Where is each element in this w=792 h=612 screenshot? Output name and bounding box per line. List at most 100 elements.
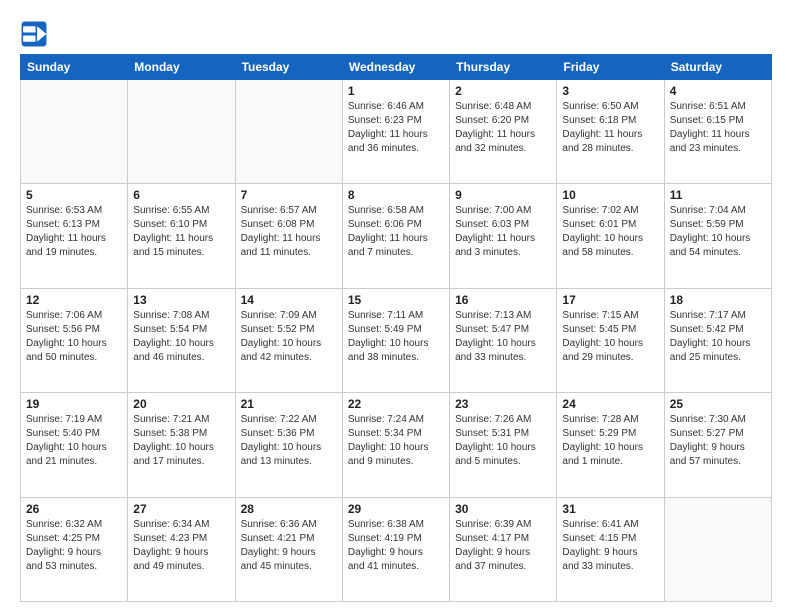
- day-number: 6: [133, 188, 229, 202]
- day-info: Sunrise: 7:08 AMSunset: 5:54 PMDaylight:…: [133, 309, 229, 365]
- weekday-header: Thursday: [450, 55, 557, 80]
- day-cell: 28 Sunrise: 6:36 AMSunset: 4:21 PMDayligh…: [235, 497, 342, 601]
- day-number: 24: [562, 397, 658, 411]
- day-cell: 10 Sunrise: 7:02 AMSunset: 6:01 PMDayligh…: [557, 184, 664, 288]
- day-cell: 30 Sunrise: 6:39 AMSunset: 4:17 PMDayligh…: [450, 497, 557, 601]
- weekday-header: Sunday: [21, 55, 128, 80]
- day-cell: 18 Sunrise: 7:17 AMSunset: 5:42 PMDayligh…: [664, 288, 771, 392]
- day-cell: [128, 80, 235, 184]
- calendar-header: SundayMondayTuesdayWednesdayThursdayFrid…: [21, 55, 772, 80]
- day-info: Sunrise: 6:39 AMSunset: 4:17 PMDaylight:…: [455, 518, 551, 574]
- day-cell: 4 Sunrise: 6:51 AMSunset: 6:15 PMDaylight…: [664, 80, 771, 184]
- day-cell: 13Sunrise: 7:08 AMSunset: 5:54 PMDayligh…: [128, 288, 235, 392]
- weekday-header: Monday: [128, 55, 235, 80]
- day-number: 28: [241, 502, 337, 516]
- day-cell: 12Sunrise: 7:06 AMSunset: 5:56 PMDayligh…: [21, 288, 128, 392]
- day-cell: 6Sunrise: 6:55 AMSunset: 6:10 PMDaylight…: [128, 184, 235, 288]
- day-info: Sunrise: 7:24 AMSunset: 5:34 PMDaylight:…: [348, 413, 444, 469]
- day-info: Sunrise: 7:19 AMSunset: 5:40 PMDaylight:…: [26, 413, 122, 469]
- day-info: Sunrise: 7:30 AMSunset: 5:27 PMDaylight:…: [670, 413, 766, 469]
- day-info: Sunrise: 6:41 AMSunset: 4:15 PMDaylight:…: [562, 518, 658, 574]
- day-cell: 29 Sunrise: 6:38 AMSunset: 4:19 PMDayligh…: [342, 497, 449, 601]
- day-cell: 24 Sunrise: 7:28 AMSunset: 5:29 PMDayligh…: [557, 393, 664, 497]
- day-info: Sunrise: 7:28 AMSunset: 5:29 PMDaylight:…: [562, 413, 658, 469]
- day-cell: 5Sunrise: 6:53 AMSunset: 6:13 PMDaylight…: [21, 184, 128, 288]
- day-number: 4: [670, 84, 766, 98]
- day-number: 11: [670, 188, 766, 202]
- day-info: Sunrise: 7:21 AMSunset: 5:38 PMDaylight:…: [133, 413, 229, 469]
- weekday-header: Wednesday: [342, 55, 449, 80]
- day-cell: 21 Sunrise: 7:22 AMSunset: 5:36 PMDayligh…: [235, 393, 342, 497]
- day-info: Sunrise: 6:57 AMSunset: 6:08 PMDaylight:…: [241, 204, 337, 260]
- day-number: 16: [455, 293, 551, 307]
- calendar-body: 1 Sunrise: 6:46 AMSunset: 6:23 PMDaylight…: [21, 80, 772, 602]
- day-cell: 7 Sunrise: 6:57 AMSunset: 6:08 PMDaylight…: [235, 184, 342, 288]
- day-cell: 22 Sunrise: 7:24 AMSunset: 5:34 PMDayligh…: [342, 393, 449, 497]
- day-info: Sunrise: 6:51 AMSunset: 6:15 PMDaylight:…: [670, 100, 766, 156]
- day-cell: 11 Sunrise: 7:04 AMSunset: 5:59 PMDayligh…: [664, 184, 771, 288]
- day-cell: 19 Sunrise: 7:19 AMSunset: 5:40 PMDayligh…: [21, 393, 128, 497]
- day-number: 23: [455, 397, 551, 411]
- day-cell: 25 Sunrise: 7:30 AMSunset: 5:27 PMDayligh…: [664, 393, 771, 497]
- page: SundayMondayTuesdayWednesdayThursdayFrid…: [0, 0, 792, 612]
- day-info: Sunrise: 7:22 AMSunset: 5:36 PMDaylight:…: [241, 413, 337, 469]
- day-info: Sunrise: 7:17 AMSunset: 5:42 PMDaylight:…: [670, 309, 766, 365]
- day-number: 1: [348, 84, 444, 98]
- day-info: Sunrise: 7:15 AMSunset: 5:45 PMDaylight:…: [562, 309, 658, 365]
- day-number: 20: [133, 397, 229, 411]
- weekday-header: Friday: [557, 55, 664, 80]
- day-cell: 1 Sunrise: 6:46 AMSunset: 6:23 PMDaylight…: [342, 80, 449, 184]
- day-cell: 2 Sunrise: 6:48 AMSunset: 6:20 PMDaylight…: [450, 80, 557, 184]
- day-cell: 23Sunrise: 7:26 AMSunset: 5:31 PMDayligh…: [450, 393, 557, 497]
- calendar-table: SundayMondayTuesdayWednesdayThursdayFrid…: [20, 54, 772, 602]
- day-info: Sunrise: 7:04 AMSunset: 5:59 PMDaylight:…: [670, 204, 766, 260]
- day-number: 10: [562, 188, 658, 202]
- day-number: 5: [26, 188, 122, 202]
- logo: [20, 20, 52, 48]
- day-number: 19: [26, 397, 122, 411]
- day-number: 26: [26, 502, 122, 516]
- logo-icon: [20, 20, 48, 48]
- day-number: 22: [348, 397, 444, 411]
- day-number: 29: [348, 502, 444, 516]
- day-number: 7: [241, 188, 337, 202]
- day-cell: 17Sunrise: 7:15 AMSunset: 5:45 PMDayligh…: [557, 288, 664, 392]
- day-cell: 14Sunrise: 7:09 AMSunset: 5:52 PMDayligh…: [235, 288, 342, 392]
- day-cell: 26 Sunrise: 6:32 AMSunset: 4:25 PMDayligh…: [21, 497, 128, 601]
- day-cell: 3Sunrise: 6:50 AMSunset: 6:18 PMDaylight…: [557, 80, 664, 184]
- day-info: Sunrise: 7:09 AMSunset: 5:52 PMDaylight:…: [241, 309, 337, 365]
- day-info: Sunrise: 6:48 AMSunset: 6:20 PMDaylight:…: [455, 100, 551, 156]
- day-number: 8: [348, 188, 444, 202]
- week-row: 5Sunrise: 6:53 AMSunset: 6:13 PMDaylight…: [21, 184, 772, 288]
- day-info: Sunrise: 6:32 AMSunset: 4:25 PMDaylight:…: [26, 518, 122, 574]
- top-area: [20, 18, 772, 48]
- day-number: 31: [562, 502, 658, 516]
- day-number: 25: [670, 397, 766, 411]
- week-row: 12Sunrise: 7:06 AMSunset: 5:56 PMDayligh…: [21, 288, 772, 392]
- day-number: 15: [348, 293, 444, 307]
- day-info: Sunrise: 7:00 AMSunset: 6:03 PMDaylight:…: [455, 204, 551, 260]
- day-info: Sunrise: 6:46 AMSunset: 6:23 PMDaylight:…: [348, 100, 444, 156]
- day-cell: 31 Sunrise: 6:41 AMSunset: 4:15 PMDayligh…: [557, 497, 664, 601]
- day-cell: 15 Sunrise: 7:11 AMSunset: 5:49 PMDayligh…: [342, 288, 449, 392]
- day-info: Sunrise: 6:38 AMSunset: 4:19 PMDaylight:…: [348, 518, 444, 574]
- day-number: 2: [455, 84, 551, 98]
- week-row: 1 Sunrise: 6:46 AMSunset: 6:23 PMDaylight…: [21, 80, 772, 184]
- week-row: 26 Sunrise: 6:32 AMSunset: 4:25 PMDayligh…: [21, 497, 772, 601]
- day-cell: 27Sunrise: 6:34 AMSunset: 4:23 PMDayligh…: [128, 497, 235, 601]
- day-info: Sunrise: 7:11 AMSunset: 5:49 PMDaylight:…: [348, 309, 444, 365]
- day-number: 18: [670, 293, 766, 307]
- day-cell: 9Sunrise: 7:00 AMSunset: 6:03 PMDaylight…: [450, 184, 557, 288]
- day-cell: 8 Sunrise: 6:58 AMSunset: 6:06 PMDaylight…: [342, 184, 449, 288]
- weekday-header: Saturday: [664, 55, 771, 80]
- day-cell: 20 Sunrise: 7:21 AMSunset: 5:38 PMDayligh…: [128, 393, 235, 497]
- day-info: Sunrise: 6:34 AMSunset: 4:23 PMDaylight:…: [133, 518, 229, 574]
- day-number: 21: [241, 397, 337, 411]
- day-info: Sunrise: 6:58 AMSunset: 6:06 PMDaylight:…: [348, 204, 444, 260]
- day-info: Sunrise: 6:36 AMSunset: 4:21 PMDaylight:…: [241, 518, 337, 574]
- day-info: Sunrise: 6:50 AMSunset: 6:18 PMDaylight:…: [562, 100, 658, 156]
- day-info: Sunrise: 7:02 AMSunset: 6:01 PMDaylight:…: [562, 204, 658, 260]
- day-cell: [235, 80, 342, 184]
- day-cell: [21, 80, 128, 184]
- day-number: 30: [455, 502, 551, 516]
